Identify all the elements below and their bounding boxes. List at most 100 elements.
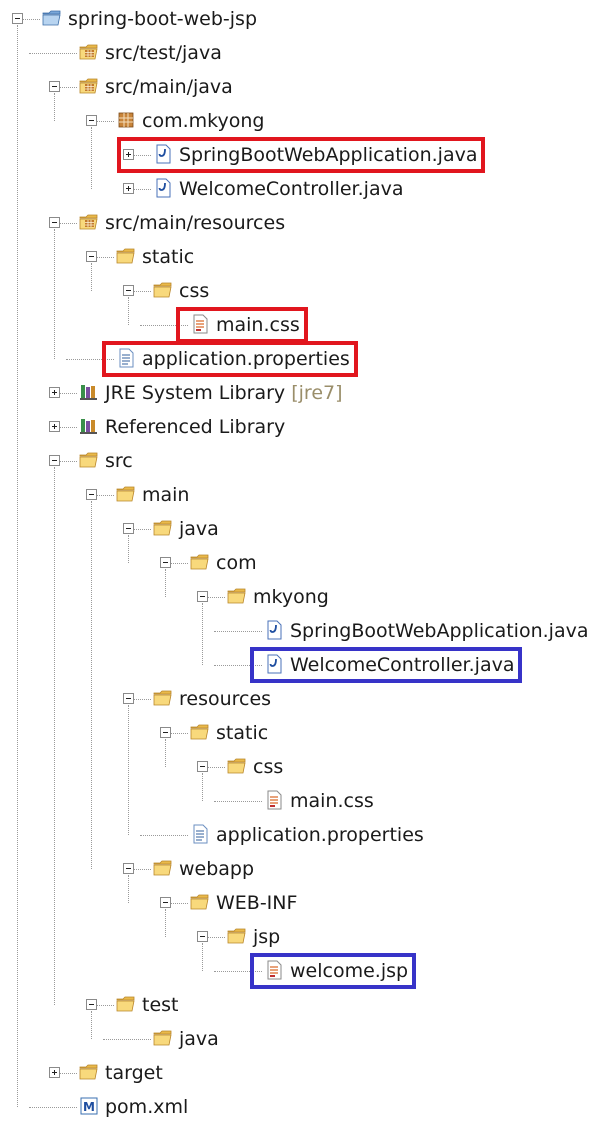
collapse-toggle[interactable] [160,727,171,738]
tree-guide-line [202,943,203,971]
tree-node-name: spring-boot-web-jsp [68,8,258,30]
tree-guide-line [54,93,55,121]
tree-guide-line [202,603,203,665]
java-file-icon [153,178,173,198]
tree-node-label: src/main/java [105,75,233,99]
tree-guide-line [165,909,166,937]
collapse-toggle[interactable] [123,693,134,704]
source-folder-icon [79,212,99,232]
tree-connector [103,1039,151,1040]
collapse-toggle[interactable] [49,81,60,92]
tree-connector [60,427,77,428]
collapse-toggle[interactable] [86,999,97,1010]
expand-toggle[interactable] [123,183,134,194]
tree-node-label: java [179,517,219,541]
tree-guide-line [91,127,92,189]
tree-node-label: spring-boot-web-jsp [68,7,257,31]
tree-connector [97,121,114,122]
source-folder-icon [79,42,99,62]
java-file-icon [264,620,284,640]
collapse-toggle[interactable] [12,13,23,24]
red-highlight-box [176,307,308,343]
tree-node-name: JRE System Library [105,382,286,404]
collapse-toggle[interactable] [197,591,208,602]
collapse-toggle[interactable] [49,217,60,228]
expand-toggle[interactable] [49,421,60,432]
tree-node-name: resources [179,688,272,710]
tree-guide-line [54,229,55,359]
tree-node-label: src/main/resources [105,211,285,235]
tree-node-label: WEB-INF [216,891,297,915]
tree-connector [60,461,77,462]
tree-node-label: target [105,1061,163,1085]
folder-icon [79,1062,99,1082]
tree-connector [23,19,40,20]
jre-version-decoration: [jre7] [291,382,343,404]
tree-connector [60,1073,77,1074]
maven-pom-icon: M [79,1096,99,1116]
tree-node-name: static [216,722,269,744]
tree-guide-line [128,535,129,563]
collapse-toggle[interactable] [123,285,134,296]
collapse-toggle[interactable] [197,931,208,942]
tree-node-label: webapp [179,857,254,881]
properties-file-icon [190,824,210,844]
tree-guide-line [91,263,92,291]
folder-icon [190,552,210,572]
tree-connector [171,563,188,564]
tree-connector [134,699,151,700]
tree-connector [208,597,225,598]
library-icon [79,382,99,402]
collapse-toggle[interactable] [86,489,97,500]
tree-guide-line [128,297,129,325]
folder-icon [227,586,247,606]
tree-node-label: JRE System Library [jre7] [105,381,343,405]
tree-guide-line [54,467,55,1005]
folder-icon [116,246,136,266]
red-highlight-box [117,137,485,173]
collapse-toggle[interactable] [197,761,208,772]
collapse-toggle[interactable] [160,897,171,908]
tree-node-name: WelcomeController.java [179,178,404,200]
tree-node-name: java [179,518,219,540]
tree-node-name: src/main/resources [105,212,286,234]
tree-node-name: src/test/java [105,42,222,64]
tree-connector [29,1107,77,1108]
css-file-icon [264,790,284,810]
tree-node-name: com.mkyong [142,110,265,132]
folder-icon [190,722,210,742]
collapse-toggle[interactable] [86,251,97,262]
expand-toggle[interactable] [49,387,60,398]
tree-guide-line [91,501,92,869]
tree-node-name: jsp [253,926,281,948]
tree-node-name: WEB-INF [216,892,298,914]
tree-connector [60,87,77,88]
blue-highlight-box [250,953,416,989]
tree-guide-line [128,875,129,903]
tree-node-label: static [216,721,268,745]
expand-toggle[interactable] [49,1067,60,1078]
blue-highlight-box [250,647,522,683]
folder-icon [79,450,99,470]
folder-icon [153,858,173,878]
tree-node-name: com [216,552,257,574]
collapse-toggle[interactable] [160,557,171,568]
tree-node-name: test [142,994,179,1016]
tree-connector [214,631,262,632]
tree-guide-line [91,1011,92,1039]
tree-connector [60,223,77,224]
tree-connector [140,835,188,836]
tree-guide-line [202,773,203,801]
tree-connector [134,189,151,190]
folder-icon [153,688,173,708]
tree-node-name: Referenced Library [105,416,286,438]
folder-icon [116,484,136,504]
collapse-toggle[interactable] [86,115,97,126]
collapse-toggle[interactable] [123,863,134,874]
tree-connector [171,733,188,734]
folder-icon [227,926,247,946]
collapse-toggle[interactable] [123,523,134,534]
collapse-toggle[interactable] [49,455,60,466]
folder-icon [116,994,136,1014]
tree-guide-line [17,25,18,1107]
